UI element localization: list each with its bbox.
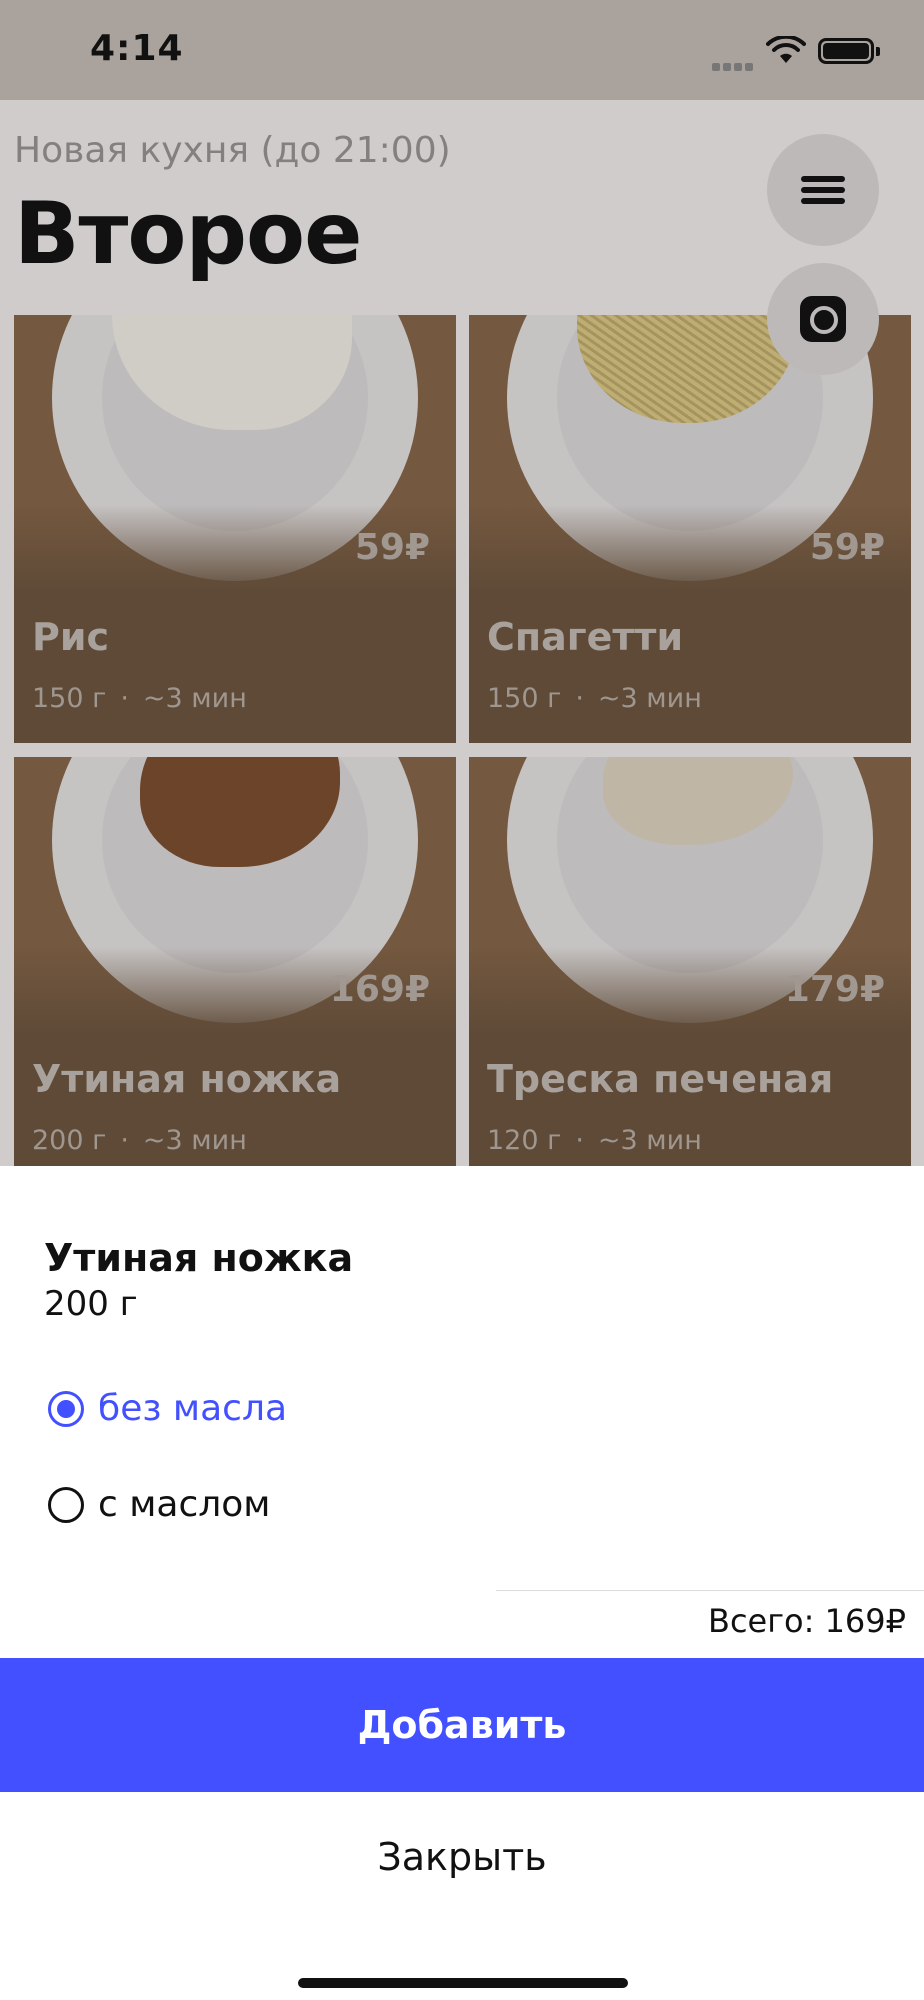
- camera-icon: [800, 296, 846, 342]
- radio-selected-icon[interactable]: [48, 1390, 84, 1427]
- sheet-item-weight: 200 г: [44, 1284, 138, 1324]
- dish-time: ~3 мин: [597, 1125, 702, 1156]
- dish-price: 59₽: [354, 527, 430, 568]
- dish-time: ~3 мин: [142, 683, 247, 714]
- options-bottom-sheet: Утиная ножка 200 г без масла с маслом Вс…: [0, 1166, 924, 2000]
- battery-icon: [818, 38, 880, 64]
- dish-weight: 200 г: [32, 1125, 107, 1156]
- kitchen-subtitle: Новая кухня (до 21:00): [14, 130, 451, 171]
- hamburger-menu-icon: [801, 171, 845, 209]
- close-button[interactable]: Закрыть: [0, 1792, 924, 1922]
- dish-card-spaghetti[interactable]: 59₽ Спагетти 150 г · ~3 мин: [469, 315, 911, 743]
- home-indicator: [298, 1978, 628, 1988]
- add-button[interactable]: Добавить: [0, 1658, 924, 1792]
- page-title: Второе: [14, 184, 362, 284]
- dish-meta: 150 г · ~3 мин: [487, 683, 702, 714]
- dish-meta: 200 г · ~3 мин: [32, 1125, 247, 1156]
- camera-button[interactable]: [767, 263, 879, 375]
- dish-weight: 120 г: [487, 1125, 562, 1156]
- dish-name: Рис: [32, 615, 110, 659]
- dish-name: Треска печеная: [487, 1057, 834, 1101]
- option-with-butter[interactable]: с маслом: [48, 1484, 270, 1525]
- meta-separator: ·: [120, 1125, 129, 1156]
- dish-card-duck-leg[interactable]: 169₽ Утиная ножка 200 г · ~3 мин: [14, 757, 456, 1185]
- dish-card-baked-cod[interactable]: 179₽ Треска печеная 120 г · ~3 мин: [469, 757, 911, 1185]
- status-bar: 4:14: [0, 0, 924, 100]
- dish-name: Спагетти: [487, 615, 684, 659]
- dish-price: 179₽: [784, 969, 885, 1010]
- dish-name: Утиная ножка: [32, 1057, 342, 1101]
- dish-meta: 150 г · ~3 мин: [32, 683, 247, 714]
- wifi-icon: [766, 36, 806, 63]
- dish-price: 59₽: [809, 527, 885, 568]
- dish-card-rice[interactable]: 59₽ Рис 150 г · ~3 мин: [14, 315, 456, 743]
- app-screen: 4:14 Новая кухня (до 21:00) Второе 59₽ Р…: [0, 0, 924, 2000]
- option-label: без масла: [98, 1388, 288, 1429]
- dish-time: ~3 мин: [597, 683, 702, 714]
- option-label: с маслом: [98, 1484, 271, 1525]
- divider: [496, 1590, 924, 1591]
- meta-separator: ·: [120, 683, 129, 714]
- sheet-item-name: Утиная ножка: [44, 1236, 354, 1280]
- dish-meta: 120 г · ~3 мин: [487, 1125, 702, 1156]
- dish-weight: 150 г: [32, 683, 107, 714]
- dish-time: ~3 мин: [142, 1125, 247, 1156]
- meta-separator: ·: [575, 1125, 584, 1156]
- dish-price: 169₽: [329, 969, 430, 1010]
- status-time: 4:14: [90, 28, 184, 69]
- cellular-signal-icon: [712, 56, 756, 75]
- dish-weight: 150 г: [487, 683, 562, 714]
- meta-separator: ·: [575, 683, 584, 714]
- option-no-butter[interactable]: без масла: [48, 1388, 287, 1429]
- radio-unselected-icon[interactable]: [48, 1486, 84, 1523]
- menu-button[interactable]: [767, 134, 879, 246]
- total-price: Всего: 169₽: [707, 1602, 906, 1640]
